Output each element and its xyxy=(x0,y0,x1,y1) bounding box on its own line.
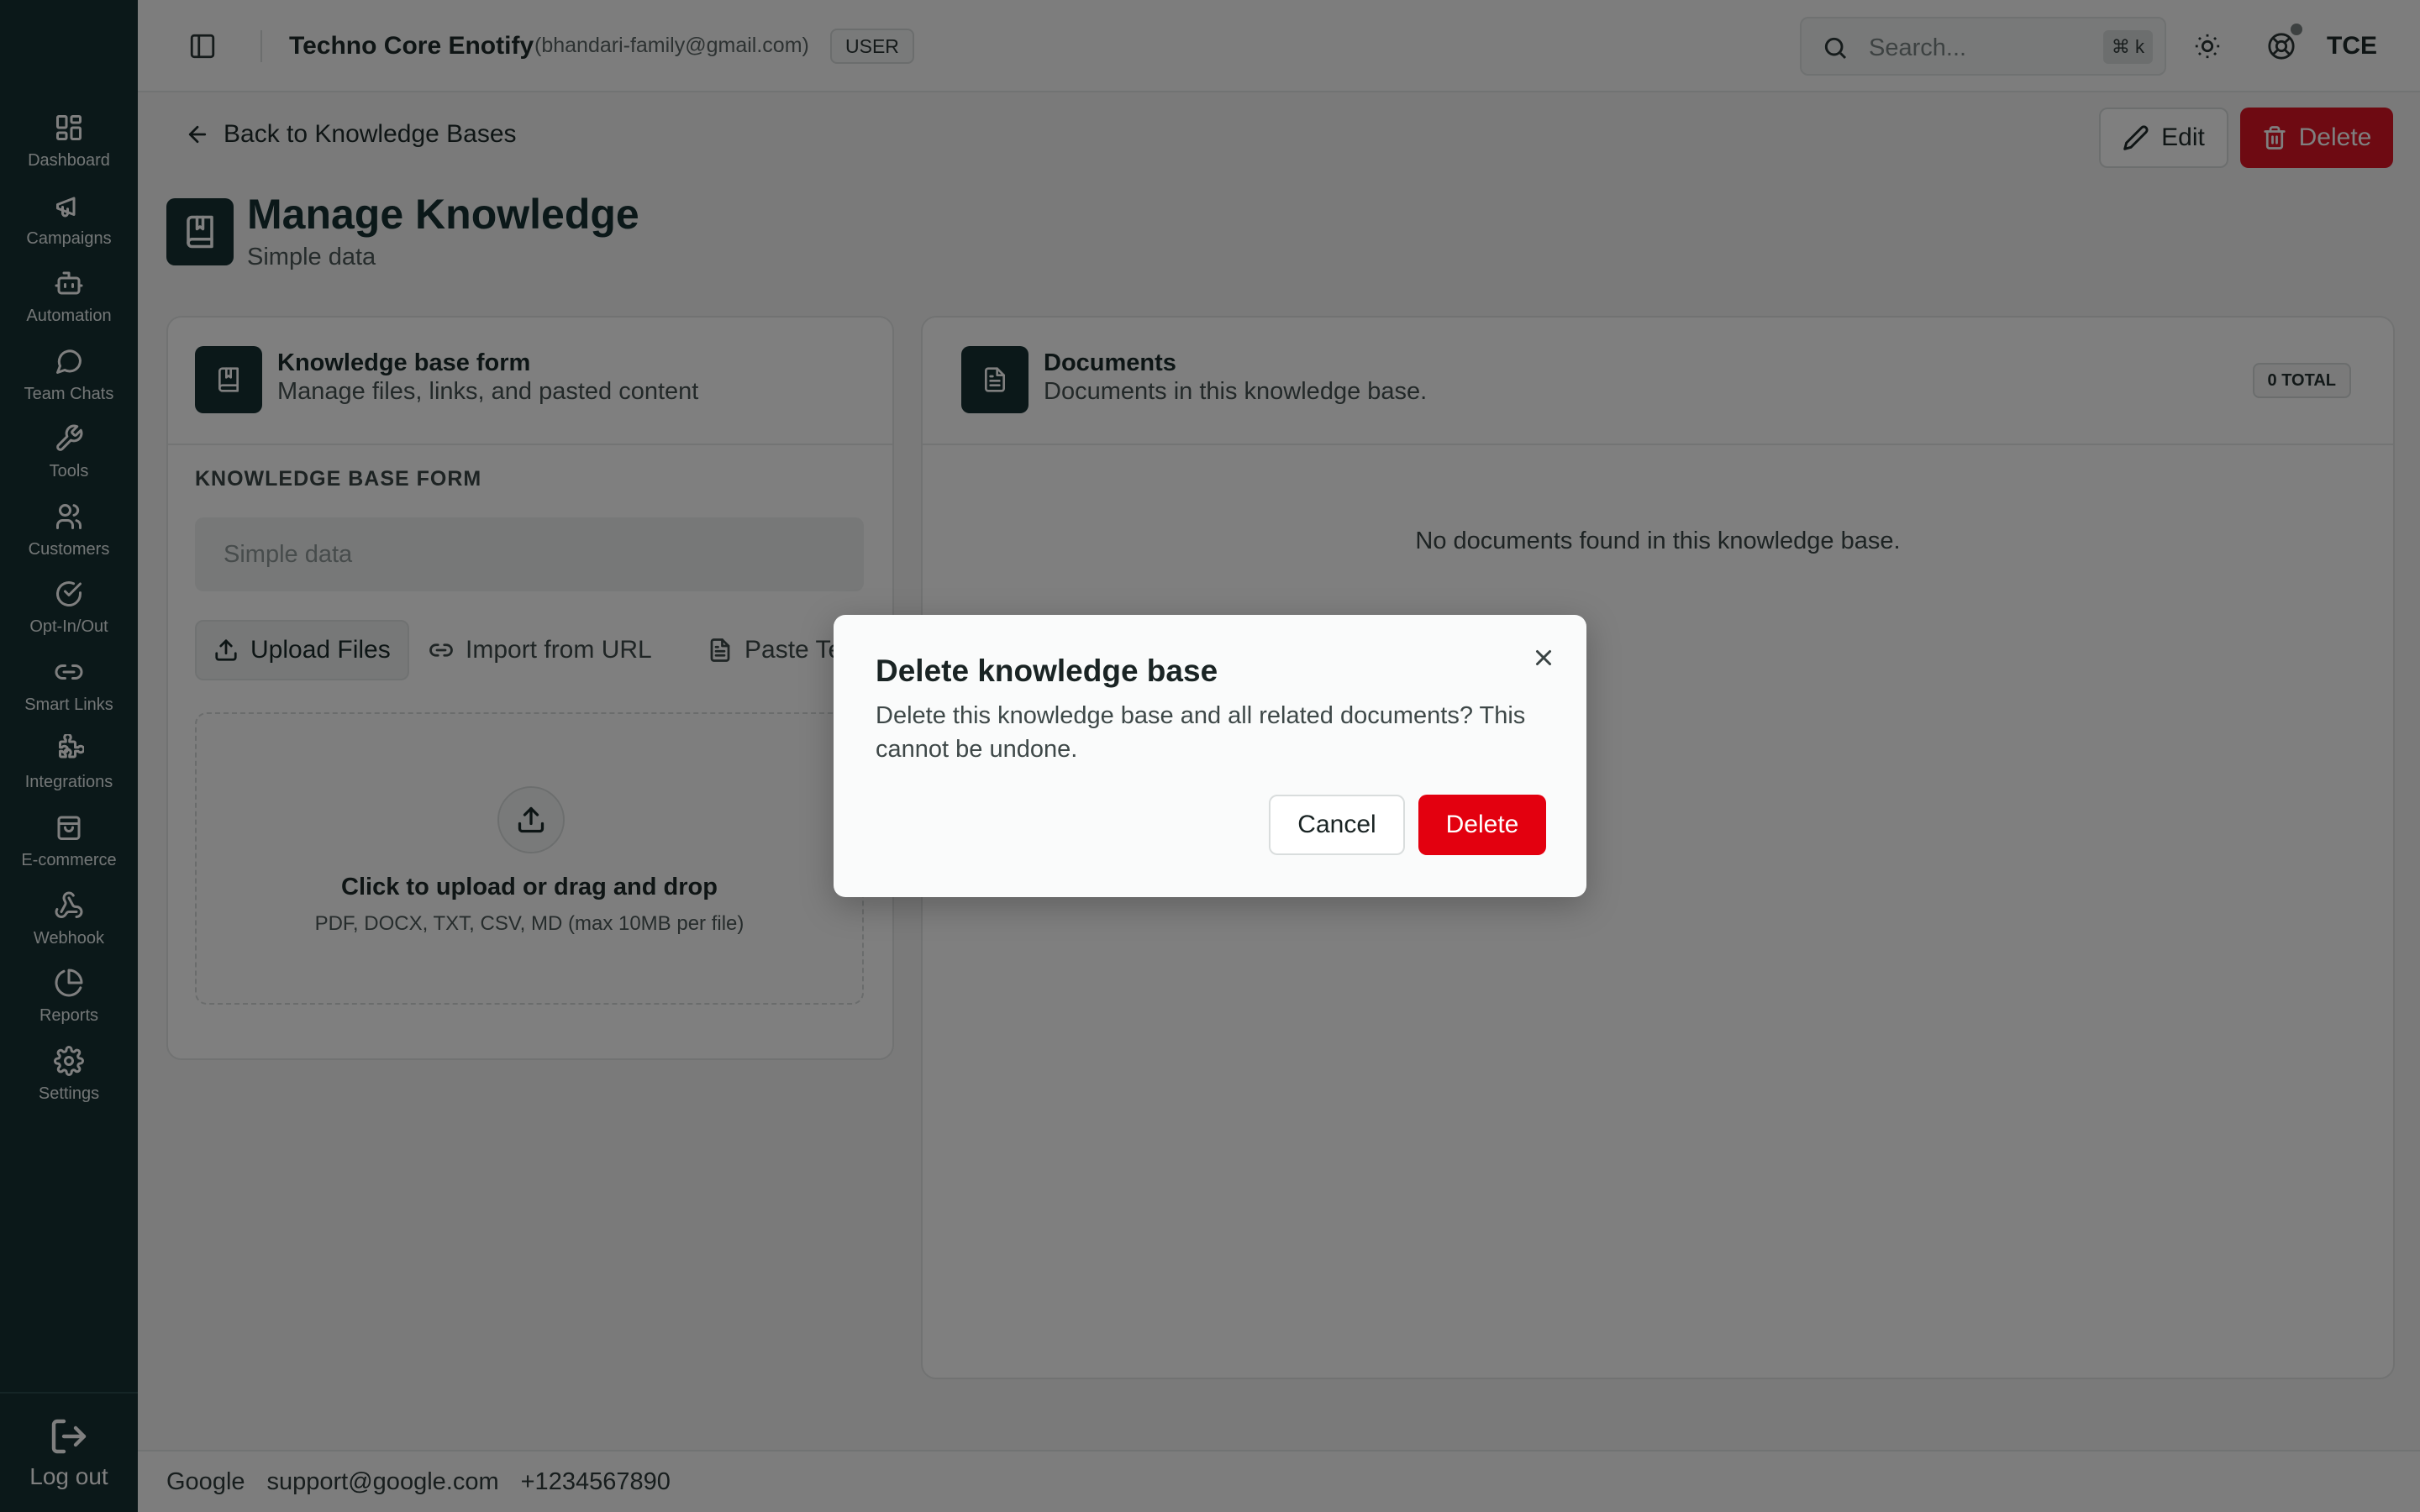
dialog-message: Delete this knowledge base and all relat… xyxy=(876,702,1526,763)
delete-knowledge-base-dialog: Delete knowledge base Delete this knowle… xyxy=(834,615,1586,897)
close-icon[interactable] xyxy=(1531,645,1556,670)
confirm-delete-button[interactable]: Delete xyxy=(1418,795,1546,855)
cancel-button[interactable]: Cancel xyxy=(1269,795,1405,855)
dialog-title: Delete knowledge base xyxy=(876,654,1218,688)
